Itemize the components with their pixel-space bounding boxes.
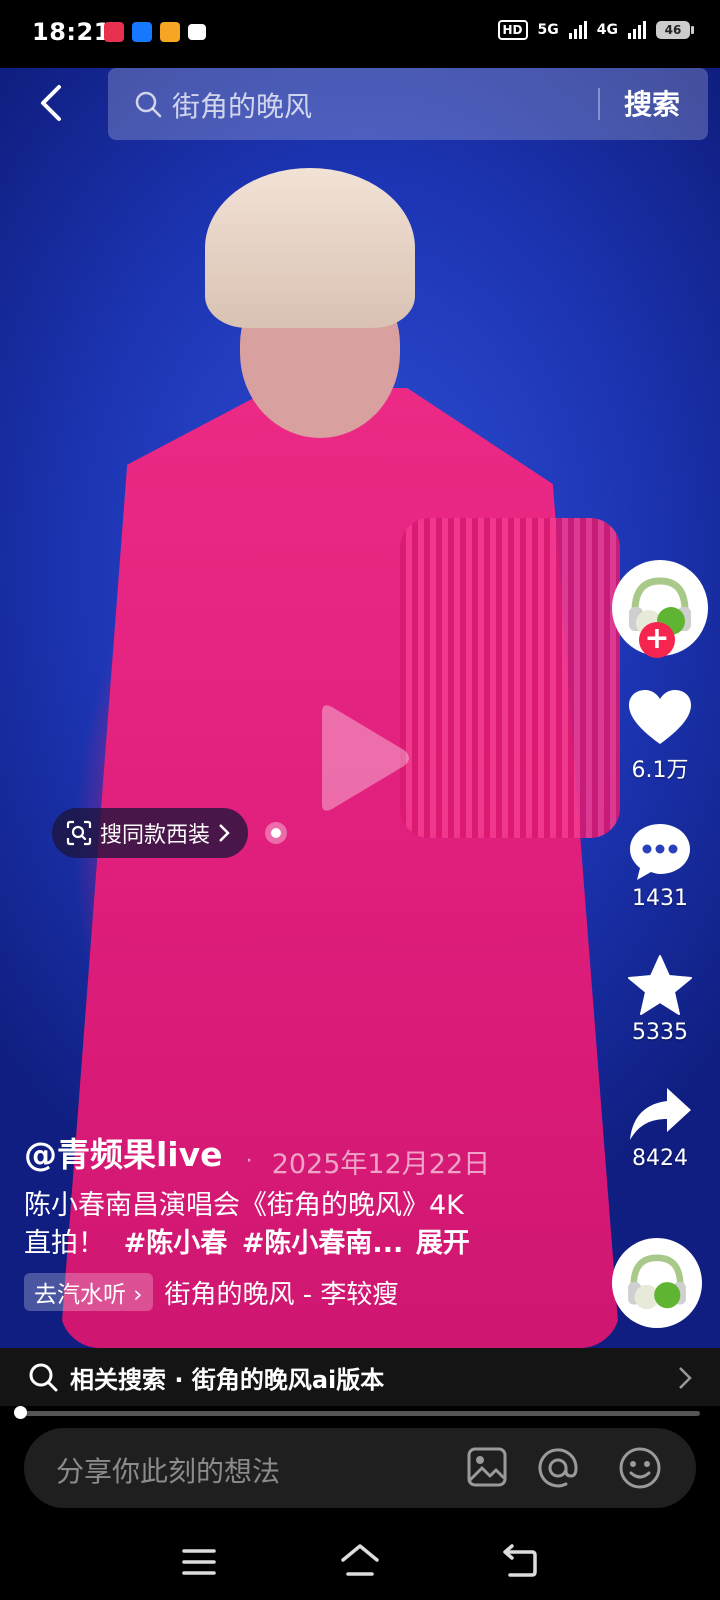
expand-link[interactable]: 展开 [416, 1228, 470, 1259]
search-similar-chip[interactable]: 搜同款西装 [52, 808, 249, 858]
music-title[interactable]: 街角的晚风 - 李较瘦 [165, 1274, 399, 1311]
post-info: @青频果live · 2025年12月22日 陈小春南昌演唱会《街角的晚风》4K… [24, 1128, 584, 1311]
hashtag[interactable]: #陈小春 [124, 1228, 228, 1259]
share-count: 8424 [632, 1146, 688, 1171]
search-icon [135, 91, 162, 118]
like-count: 6.1万 [631, 758, 689, 783]
music-row[interactable]: 去汽水听 › 街角的晚风 - 李较瘦 [24, 1273, 584, 1311]
chevron-right-icon [679, 1367, 692, 1389]
comment-placeholder[interactable]: 分享你此刻的想法 [56, 1450, 280, 1490]
search-query[interactable]: 街角的晚风 [172, 85, 312, 125]
star-icon [628, 955, 692, 1015]
tag-point-indicator[interactable] [265, 822, 287, 844]
separator-dot: · [245, 1149, 253, 1174]
status-bar: 18:21 HD 5G 4G 46 [0, 0, 720, 68]
signal-icon [628, 21, 646, 39]
app-notification-icon [160, 22, 180, 42]
listen-chip-label: 去汽水听 [34, 1282, 126, 1308]
share-action[interactable]: 8424 [608, 1086, 712, 1171]
at-mention-icon[interactable] [536, 1446, 580, 1490]
home-icon[interactable] [340, 1542, 380, 1578]
comment-count: 1431 [632, 886, 688, 911]
chevron-left-icon [41, 85, 61, 121]
top-bar: 街角的晚风 搜索 [0, 68, 720, 140]
system-nav-bar [0, 1520, 720, 1600]
app-notification-icon [104, 22, 124, 42]
back-nav-icon[interactable] [502, 1542, 538, 1578]
description-line: 陈小春南昌演唱会《街角的晚风》4K [24, 1190, 464, 1221]
search-divider [598, 88, 600, 120]
post-date: 2025年12月22日 [271, 1149, 491, 1180]
follow-button[interactable]: + [639, 622, 675, 658]
comment-input-bar[interactable]: 分享你此刻的想法 [24, 1428, 696, 1508]
chevron-right-icon [219, 824, 230, 842]
book-icon [188, 24, 206, 40]
description-line: 直拍！ [24, 1228, 105, 1259]
music-disc[interactable] [612, 1238, 702, 1328]
performer-hat [205, 168, 415, 328]
search-button[interactable]: 搜索 [624, 83, 680, 123]
play-icon[interactable] [306, 698, 416, 818]
video-progress-track[interactable] [20, 1411, 700, 1416]
back-button[interactable] [30, 78, 70, 128]
video-progress-knob[interactable] [14, 1406, 27, 1419]
comment-action[interactable]: 1431 [608, 822, 712, 911]
post-description[interactable]: 陈小春南昌演唱会《街角的晚风》4K 直拍！ #陈小春 #陈小春南... 展开 [24, 1187, 584, 1263]
menu-icon[interactable] [182, 1548, 216, 1576]
related-search-bar[interactable]: 相关搜索 · 街角的晚风ai版本 [0, 1348, 720, 1406]
image-icon[interactable] [466, 1446, 508, 1488]
favorite-count: 5335 [632, 1020, 688, 1045]
share-arrow-icon [630, 1088, 691, 1140]
network-5g-label: 5G [537, 22, 559, 38]
author-name[interactable]: @青频果live [24, 1128, 223, 1176]
signal-icon [568, 21, 587, 39]
network-4g-label: 4G [596, 22, 618, 38]
alipay-icon [132, 22, 152, 42]
listen-on-app-chip[interactable]: 去汽水听 › [24, 1273, 153, 1311]
comment-bubble-icon [630, 824, 690, 880]
emoji-icon[interactable] [618, 1446, 662, 1490]
like-action[interactable]: 6.1万 [608, 688, 712, 784]
hashtag[interactable]: #陈小春南... [242, 1228, 403, 1259]
favorite-action[interactable]: 5335 [608, 954, 712, 1045]
search-box[interactable]: 街角的晚风 搜索 [108, 68, 708, 140]
chip-label: 搜同款西装 [100, 823, 211, 848]
music-cover-image [615, 1241, 699, 1325]
related-search-text: 相关搜索 · 街角的晚风ai版本 [70, 1366, 385, 1394]
hd-badge: HD [497, 20, 528, 40]
search-icon [29, 1363, 58, 1392]
status-time: 18:21 [32, 18, 111, 46]
battery-icon: 46 [656, 21, 694, 39]
notification-icons [104, 22, 206, 42]
scan-search-icon [66, 820, 92, 846]
status-indicators: HD 5G 4G 46 [497, 20, 694, 40]
performer-fringe [400, 518, 620, 838]
heart-icon [629, 690, 691, 744]
